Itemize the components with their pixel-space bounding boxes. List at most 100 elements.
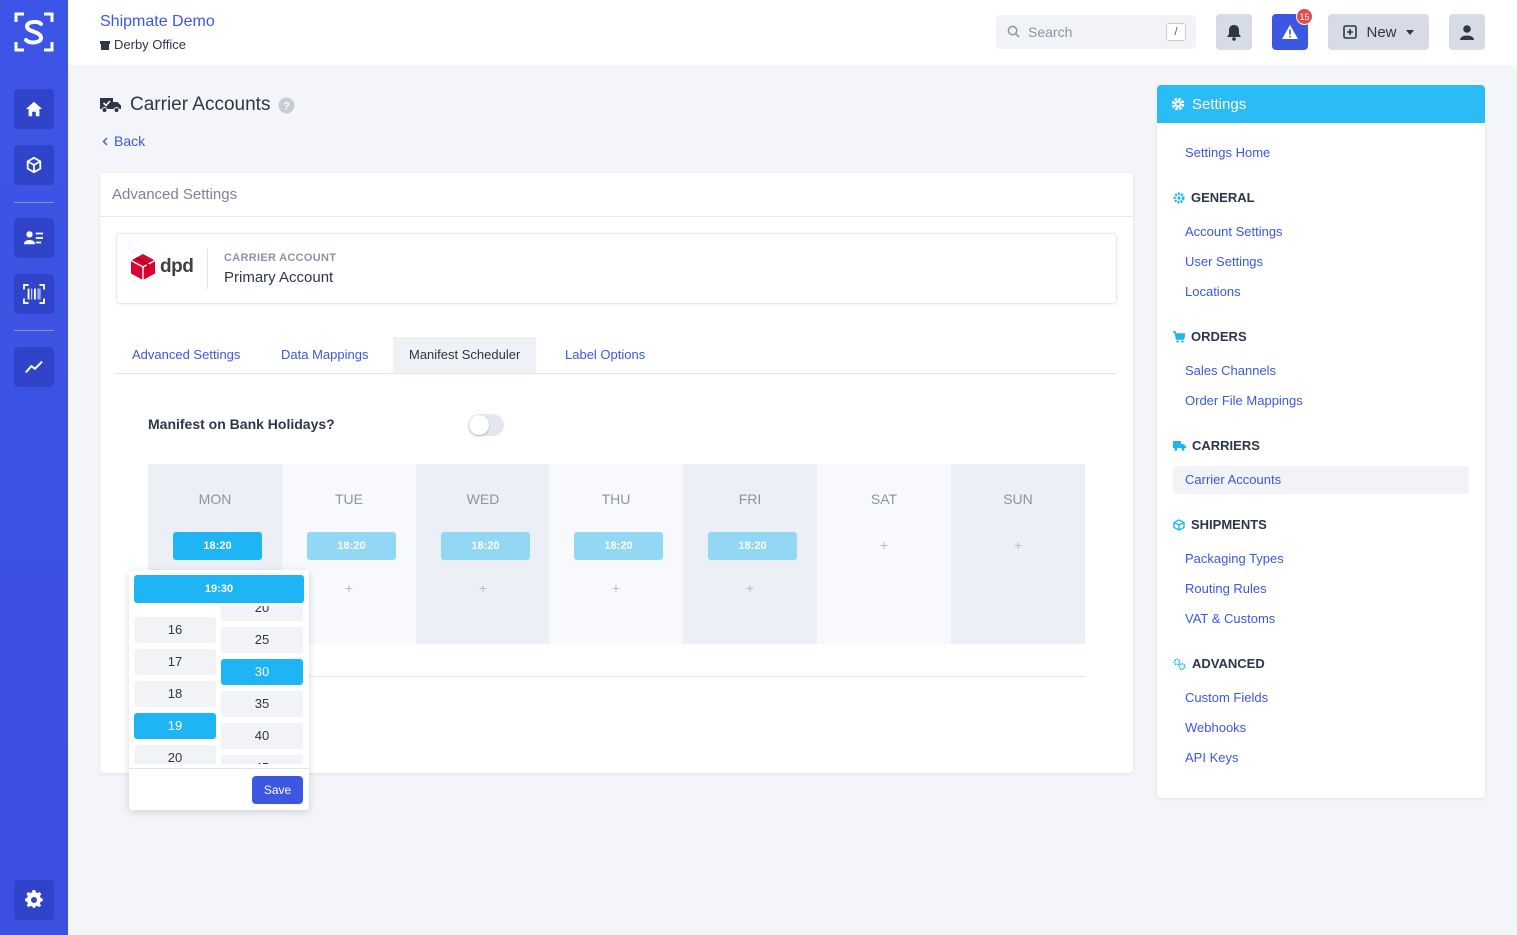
day-name: SAT bbox=[870, 491, 898, 507]
settings-panel-header: Settings bbox=[1157, 85, 1485, 123]
search-icon bbox=[1007, 25, 1020, 38]
user-menu-button[interactable] bbox=[1449, 14, 1485, 50]
add-time-button[interactable]: + bbox=[416, 580, 550, 596]
add-time-button[interactable]: + bbox=[817, 537, 951, 553]
user-settings-link[interactable]: User Settings bbox=[1185, 254, 1263, 269]
tab-label-options[interactable]: Label Options bbox=[549, 337, 661, 373]
location-selector[interactable]: Derby Office bbox=[100, 37, 186, 52]
home-icon bbox=[25, 101, 43, 117]
day-name: MON bbox=[198, 491, 232, 507]
minute-option[interactable]: 20 bbox=[221, 606, 303, 621]
add-time-button[interactable]: + bbox=[683, 580, 817, 596]
manifest-time-slot[interactable]: 18:20 bbox=[307, 532, 396, 560]
rail-settings-button[interactable] bbox=[14, 880, 54, 920]
manifest-time-slot[interactable]: 18:20 bbox=[574, 532, 663, 560]
hour-option[interactable]: 20 bbox=[134, 745, 216, 764]
section-title: ADVANCED bbox=[1192, 656, 1265, 671]
locations-link[interactable]: Locations bbox=[1185, 284, 1241, 299]
contacts-icon bbox=[24, 231, 43, 245]
section-general: GENERAL bbox=[1173, 190, 1255, 205]
vat-customs-link[interactable]: VAT & Customs bbox=[1185, 611, 1275, 626]
day-column-wed: WED 18:20 + bbox=[416, 464, 550, 644]
tab-advanced-settings[interactable]: Advanced Settings bbox=[116, 337, 256, 373]
hour-option[interactable]: 18 bbox=[134, 681, 216, 707]
bell-icon bbox=[1227, 24, 1241, 41]
manifest-time-slot[interactable]: 18:20 bbox=[441, 532, 530, 560]
minute-option[interactable]: 35 bbox=[221, 691, 303, 717]
hour-column[interactable]: 16 17 18 19 20 bbox=[134, 606, 216, 764]
minute-option[interactable]: 40 bbox=[221, 723, 303, 749]
divider bbox=[207, 249, 208, 289]
settings-panel-title: Settings bbox=[1192, 95, 1247, 113]
rail-scan-button[interactable] bbox=[14, 274, 54, 314]
account-name[interactable]: Shipmate Demo bbox=[100, 13, 215, 31]
section-title: SHIPMENTS bbox=[1191, 517, 1267, 532]
carrier-accounts-link[interactable]: Carrier Accounts bbox=[1185, 472, 1281, 487]
tab-manifest-scheduler[interactable]: Manifest Scheduler bbox=[393, 337, 537, 373]
order-file-mappings-link[interactable]: Order File Mappings bbox=[1185, 393, 1303, 408]
account-kicker: CARRIER ACCOUNT bbox=[224, 252, 337, 264]
cog-icon bbox=[1173, 192, 1185, 203]
add-time-button[interactable]: + bbox=[951, 537, 1085, 553]
section-advanced: ADVANCED bbox=[1173, 656, 1265, 671]
page-title-text: Carrier Accounts bbox=[130, 94, 271, 115]
rail-packages-button[interactable] bbox=[14, 145, 54, 185]
search-input[interactable]: Search / bbox=[996, 15, 1196, 49]
dpd-wordmark: dpd bbox=[160, 256, 194, 277]
chevron-left-icon bbox=[102, 137, 108, 145]
account-name-label: Primary Account bbox=[224, 269, 334, 286]
alert-count-badge: 15 bbox=[1296, 8, 1313, 25]
webhooks-link[interactable]: Webhooks bbox=[1185, 720, 1246, 735]
manifest-time-slot[interactable]: 18:20 bbox=[173, 532, 262, 560]
settings-tabs: Advanced Settings Data Mappings Manifest… bbox=[114, 337, 1117, 374]
section-orders: ORDERS bbox=[1173, 329, 1247, 344]
rail-contacts-button[interactable] bbox=[14, 218, 54, 258]
day-column-sun: SUN + bbox=[951, 464, 1085, 644]
routing-rules-link[interactable]: Routing Rules bbox=[1185, 581, 1267, 596]
manifest-time-slot[interactable]: 18:20 bbox=[708, 532, 797, 560]
minute-option[interactable]: 45 bbox=[221, 755, 303, 764]
trend-chart-icon bbox=[25, 360, 43, 374]
notifications-button[interactable] bbox=[1216, 14, 1252, 50]
minute-option[interactable]: 25 bbox=[221, 627, 303, 653]
card-header: Advanced Settings bbox=[100, 173, 1133, 217]
bank-holiday-label: Manifest on Bank Holidays? bbox=[148, 416, 335, 432]
new-button[interactable]: New bbox=[1328, 14, 1429, 50]
gear-icon bbox=[25, 890, 43, 908]
hour-option-selected[interactable]: 19 bbox=[134, 713, 216, 739]
hour-option[interactable]: 16 bbox=[134, 617, 216, 643]
rail-reports-button[interactable] bbox=[14, 347, 54, 387]
api-keys-link[interactable]: API Keys bbox=[1185, 750, 1238, 765]
section-title: CARRIERS bbox=[1192, 438, 1260, 453]
day-column-thu: THU 18:20 + bbox=[549, 464, 683, 644]
save-button[interactable]: Save bbox=[252, 776, 303, 804]
add-time-button[interactable]: + bbox=[549, 580, 683, 596]
packaging-types-link[interactable]: Packaging Types bbox=[1185, 551, 1284, 566]
top-bar: Shipmate Demo Derby Office Search / 15 N… bbox=[68, 0, 1517, 65]
day-name: TUE bbox=[335, 491, 363, 507]
svg-text:?: ? bbox=[284, 100, 291, 112]
settings-home-link[interactable]: Settings Home bbox=[1185, 145, 1270, 160]
cart-icon bbox=[1173, 330, 1185, 343]
bank-holiday-toggle[interactable] bbox=[468, 414, 504, 436]
rail-home-button[interactable] bbox=[14, 89, 54, 129]
account-settings-link[interactable]: Account Settings bbox=[1185, 224, 1283, 239]
section-title: ORDERS bbox=[1191, 329, 1247, 344]
back-link[interactable]: Back bbox=[102, 133, 145, 149]
minute-column[interactable]: 20 25 30 35 40 45 bbox=[221, 606, 304, 764]
cogs-icon bbox=[1173, 658, 1186, 670]
tab-data-mappings[interactable]: Data Mappings bbox=[265, 337, 384, 373]
hour-option[interactable]: 17 bbox=[134, 649, 216, 675]
help-icon[interactable]: ? bbox=[278, 97, 295, 114]
custom-fields-link[interactable]: Custom Fields bbox=[1185, 690, 1268, 705]
shipmate-logo-icon[interactable] bbox=[14, 12, 54, 52]
truck-check-icon bbox=[100, 98, 121, 113]
truck-icon bbox=[1173, 440, 1186, 451]
dpd-logo: dpd bbox=[131, 254, 194, 280]
toggle-knob bbox=[469, 415, 489, 435]
time-picker-popover: 19:30 16 17 18 19 20 20 25 30 35 40 45 S… bbox=[129, 570, 309, 810]
alerts-button[interactable]: 15 bbox=[1272, 8, 1313, 50]
time-picker-footer: Save bbox=[129, 768, 309, 810]
sales-channels-link[interactable]: Sales Channels bbox=[1185, 363, 1276, 378]
minute-option-selected[interactable]: 30 bbox=[221, 659, 303, 685]
